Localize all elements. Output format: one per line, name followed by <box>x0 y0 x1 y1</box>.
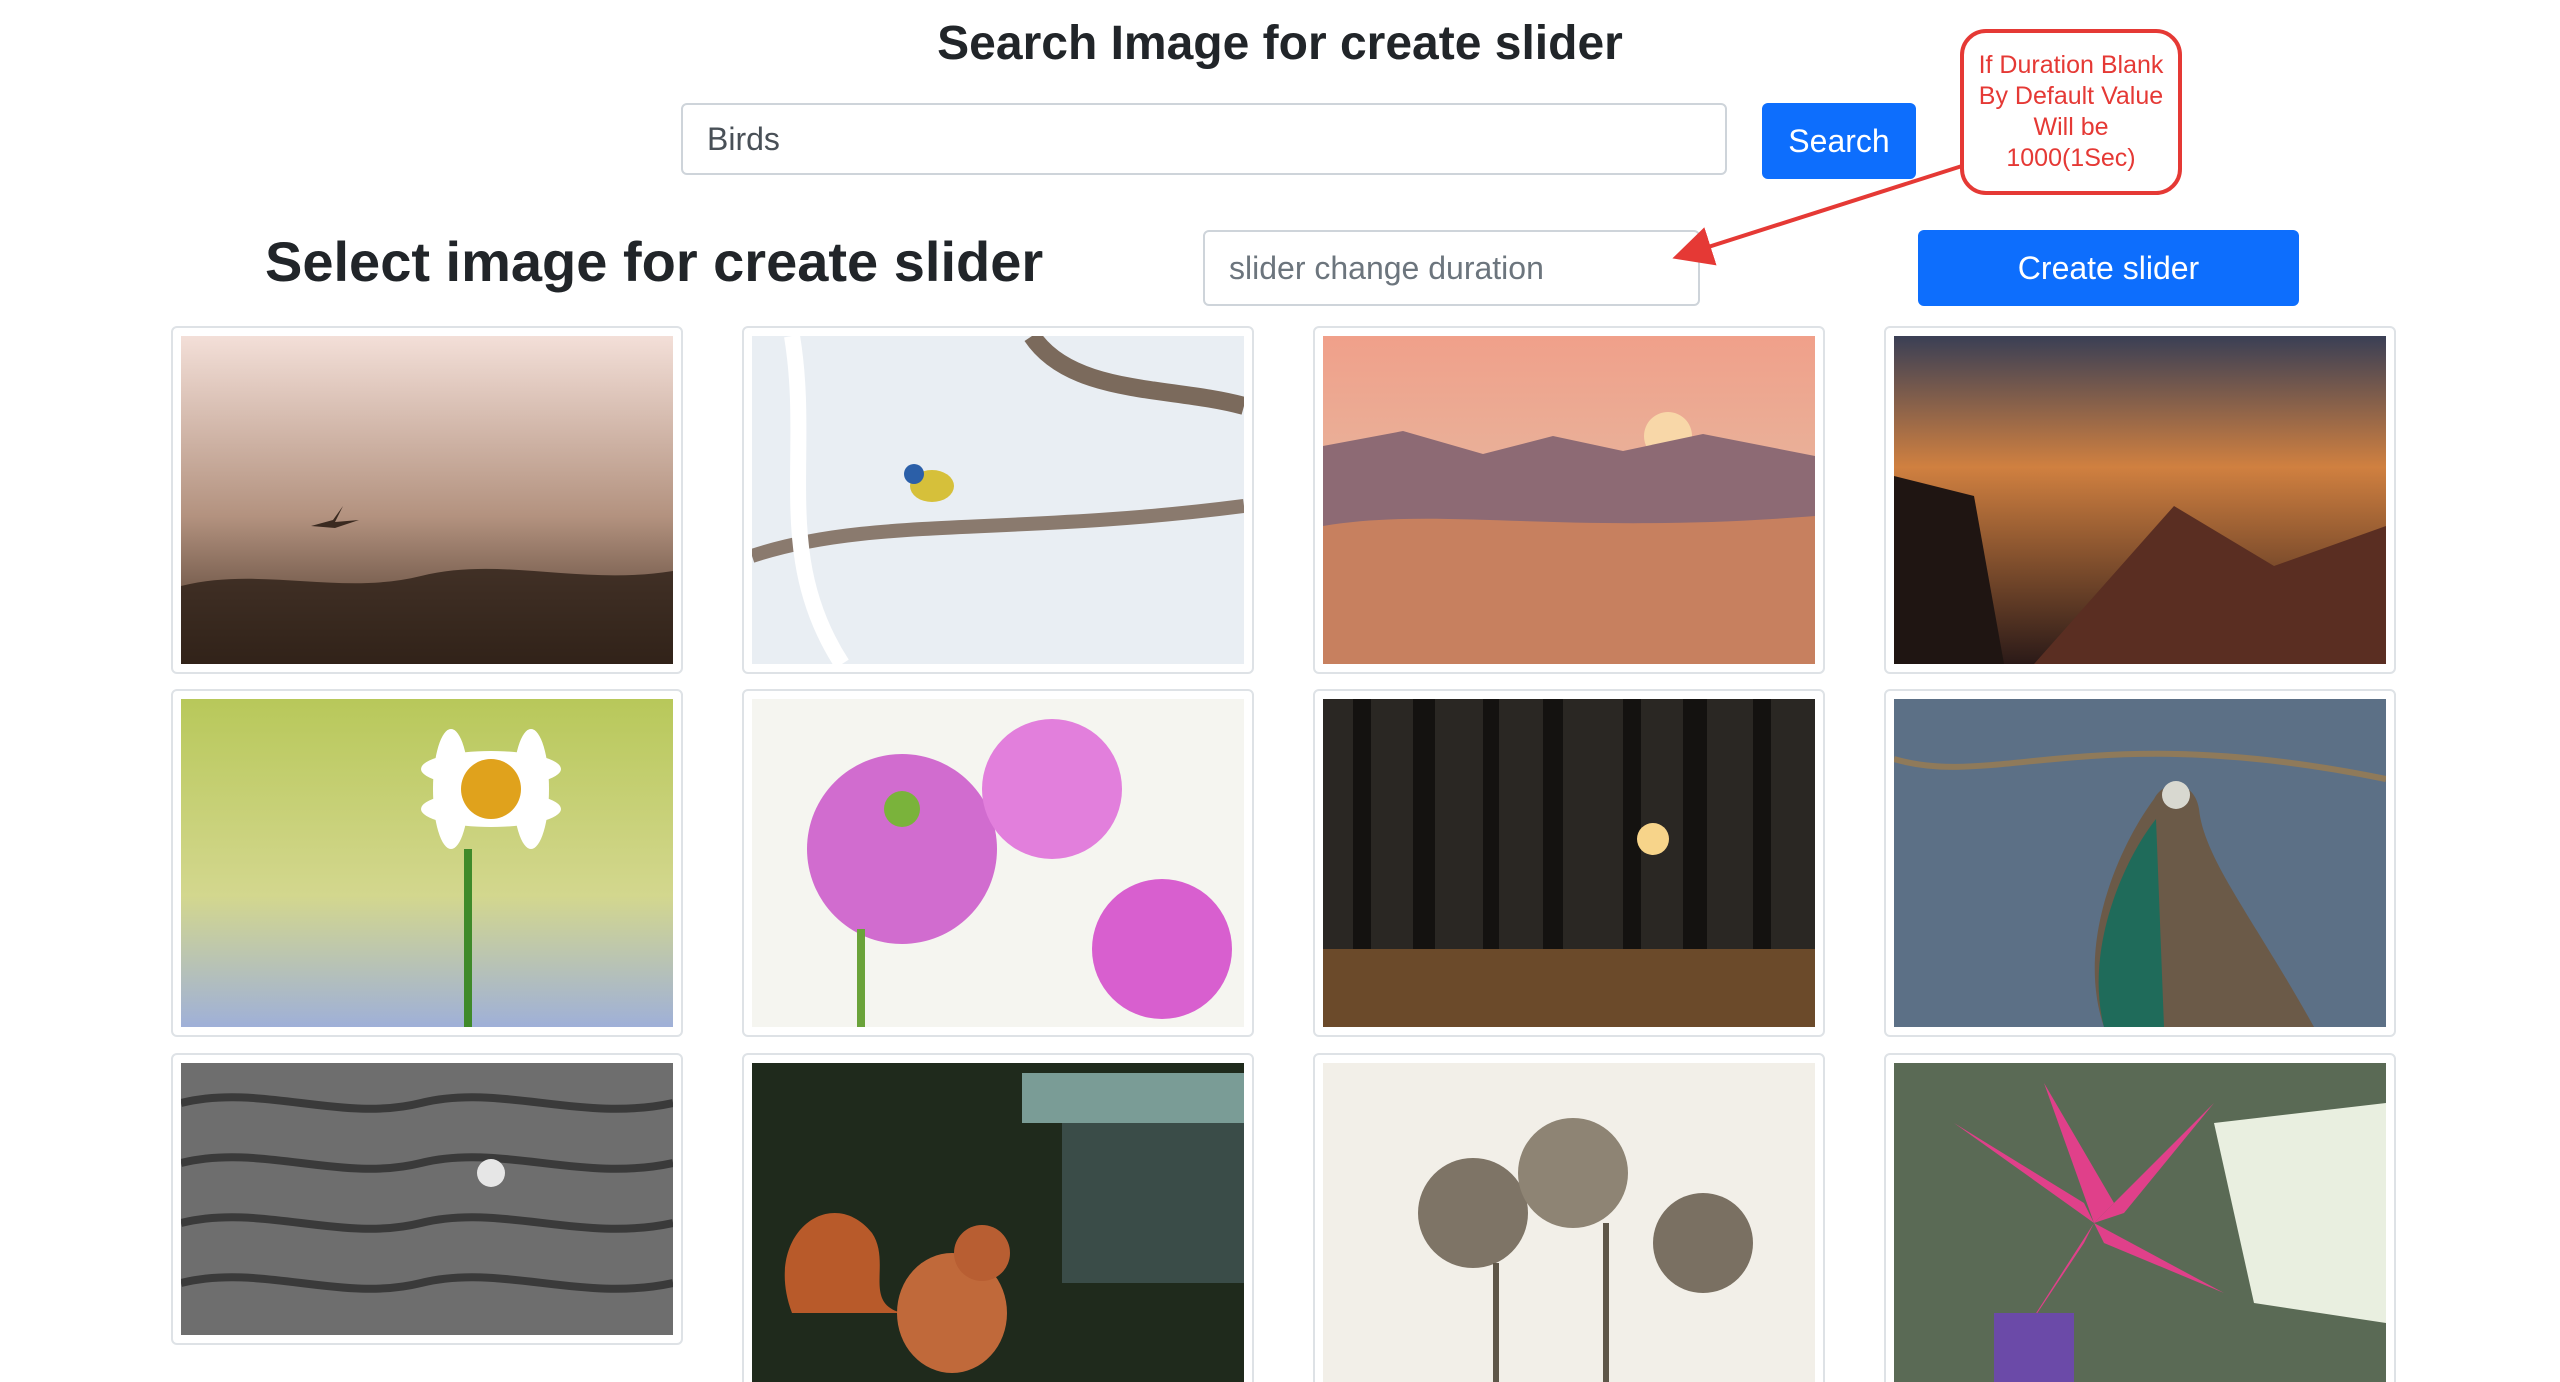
lily-image <box>1894 1063 2386 1382</box>
image-thumb-poppies[interactable] <box>742 689 1254 1037</box>
poppies-image <box>752 699 1244 1027</box>
image-thumb-forest[interactable] <box>1313 689 1825 1037</box>
heron-image <box>181 336 673 664</box>
image-thumb-knit[interactable] <box>171 1053 683 1345</box>
annotation-callout: If Duration Blank By Default Value Will … <box>1960 29 2182 195</box>
search-input[interactable] <box>681 103 1727 175</box>
search-button[interactable]: Search <box>1762 103 1916 179</box>
gallery-title: Select image for create slider <box>265 230 1044 293</box>
image-thumb-desert[interactable] <box>1313 326 1825 674</box>
image-thumb-mountain[interactable] <box>1884 326 2396 674</box>
page: Search Image for create slider Search Se… <box>0 0 2560 1382</box>
image-thumb-squirrel[interactable] <box>742 1053 1254 1382</box>
image-thumb-blue-tit[interactable] <box>742 326 1254 674</box>
daisy-image <box>181 699 673 1027</box>
image-thumb-daisy[interactable] <box>171 689 683 1037</box>
peacock-image <box>1894 699 2386 1027</box>
blue-tit-image <box>752 336 1244 664</box>
image-thumb-heron[interactable] <box>171 326 683 674</box>
image-thumb-sepia-poppies[interactable] <box>1313 1053 1825 1382</box>
image-thumb-lily[interactable] <box>1884 1053 2396 1382</box>
duration-input[interactable] <box>1203 230 1700 306</box>
mountain-image <box>1894 336 2386 664</box>
create-slider-button[interactable]: Create slider <box>1918 230 2299 306</box>
knit-image <box>181 1063 673 1335</box>
squirrel-image <box>752 1063 1244 1382</box>
image-thumb-peacock[interactable] <box>1884 689 2396 1037</box>
sepia-poppies-image <box>1323 1063 1815 1382</box>
forest-image <box>1323 699 1815 1027</box>
desert-image <box>1323 336 1815 664</box>
